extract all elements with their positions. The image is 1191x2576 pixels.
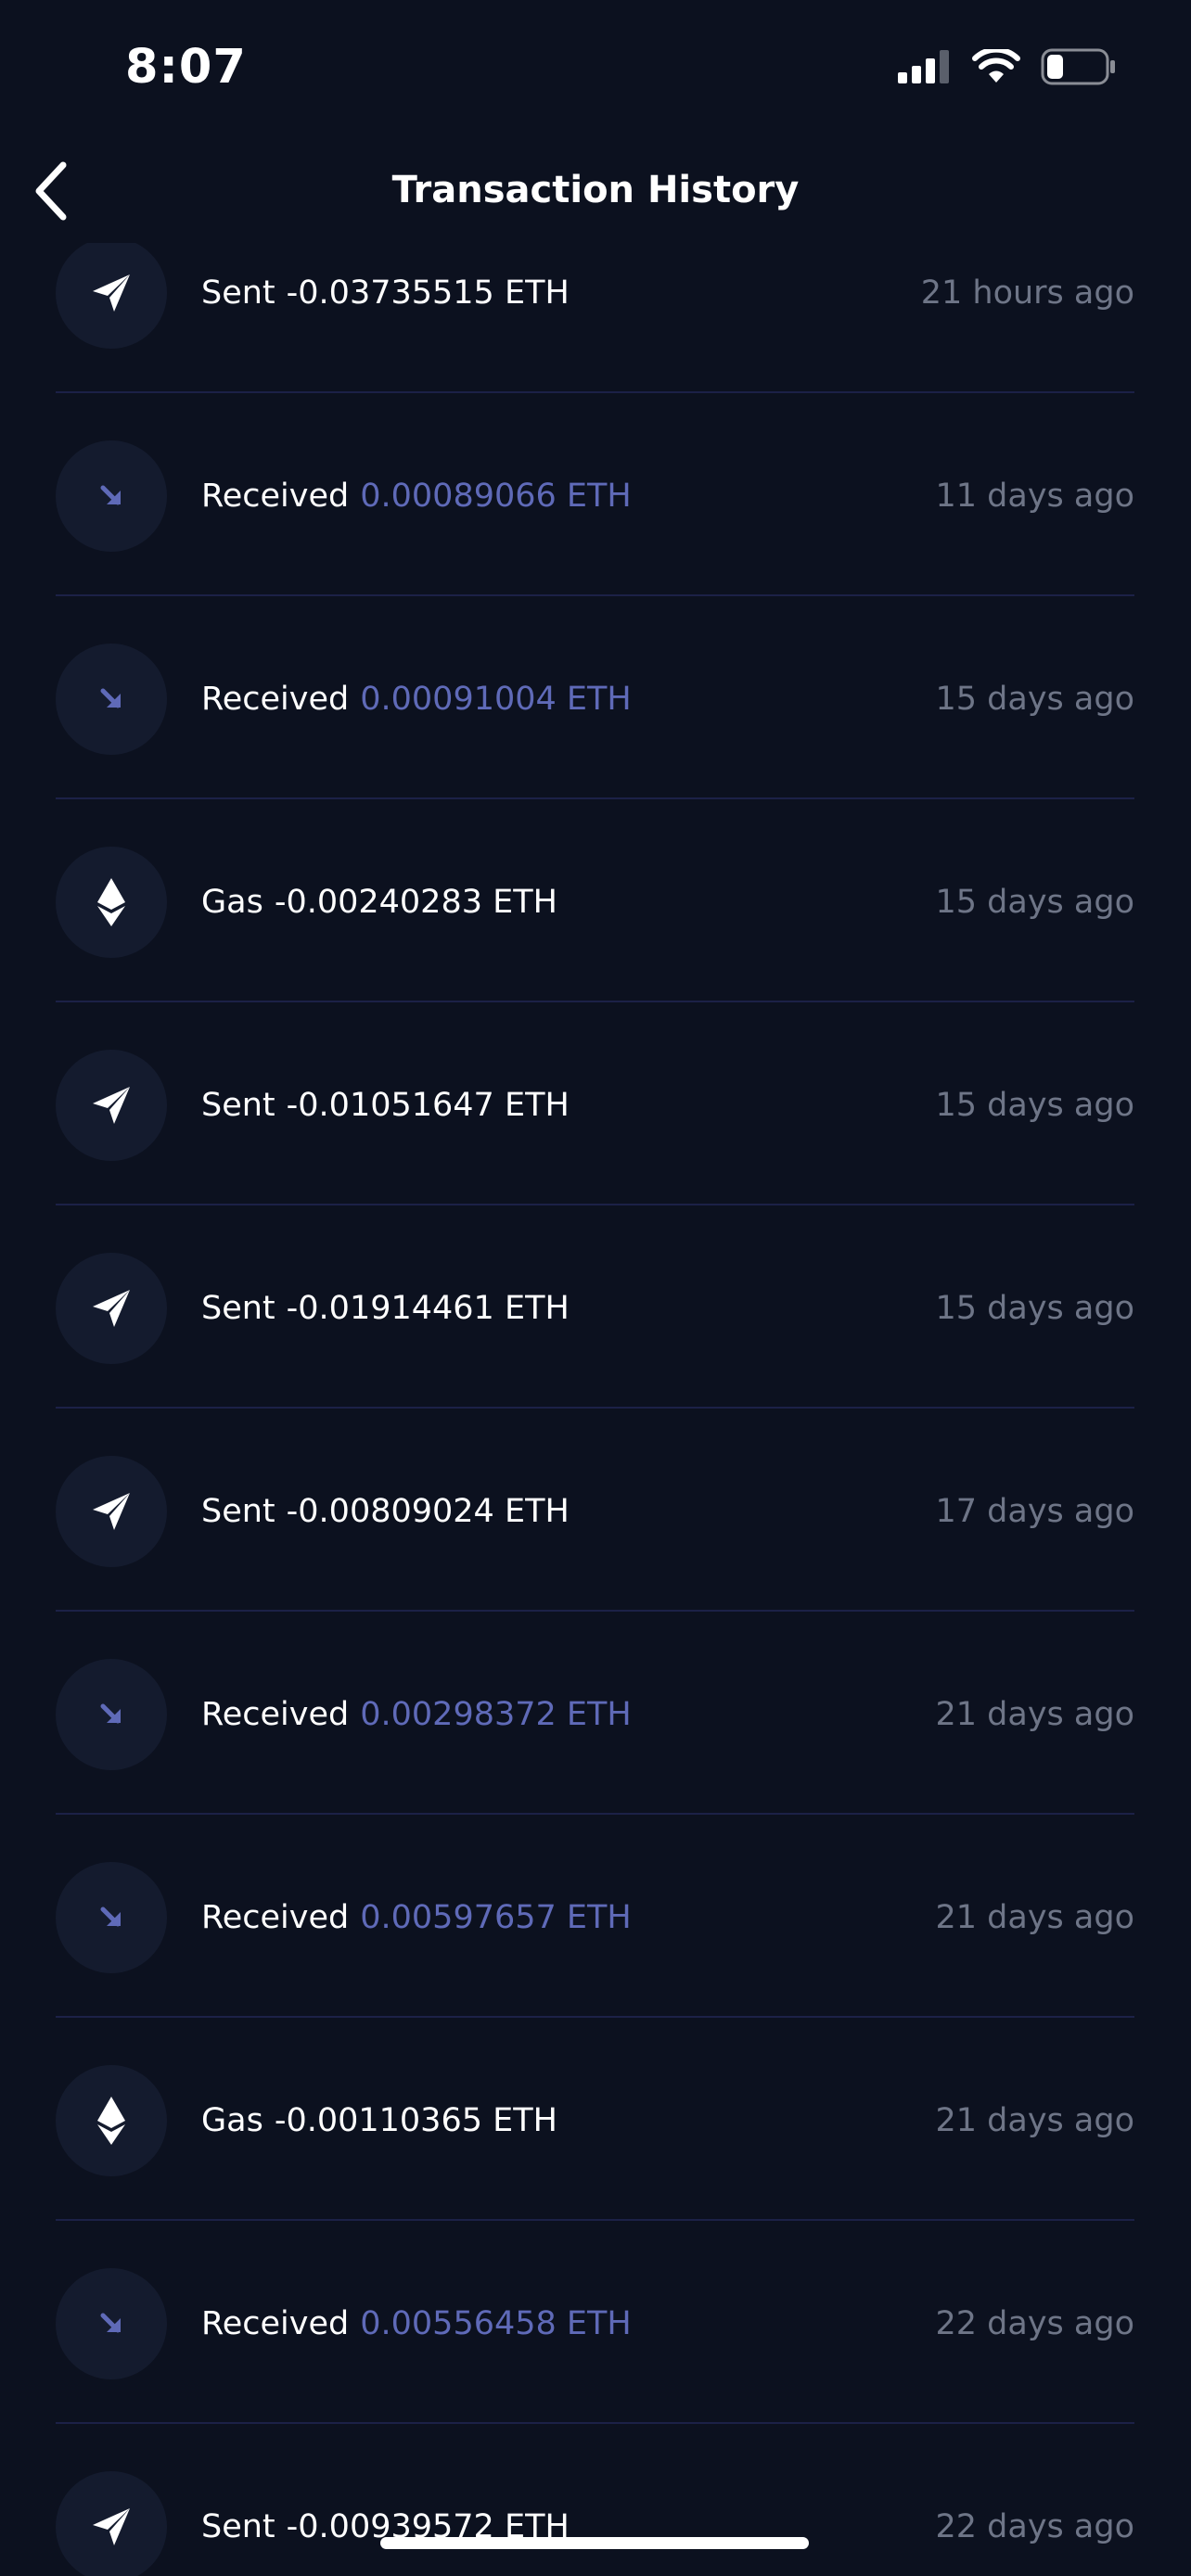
cellular-signal-icon — [898, 50, 952, 87]
transaction-type: Sent — [201, 2508, 275, 2545]
transaction-amount: 0.00298372 ETH — [360, 1696, 632, 1733]
transaction-row[interactable]: Gas -0.00240283 ETH 15 days ago — [56, 800, 1134, 1002]
transaction-icon-circle — [56, 1050, 167, 1161]
transaction-row[interactable]: Received 0.00597657 ETH 21 days ago — [56, 1816, 1134, 2018]
send-icon — [89, 2505, 134, 2549]
transaction-row[interactable]: Received 0.00556458 ETH 22 days ago — [56, 2222, 1134, 2424]
battery-icon — [1041, 48, 1117, 89]
transaction-icon-circle — [56, 1659, 167, 1770]
transaction-icon-circle — [56, 440, 167, 552]
transaction-type: Sent — [201, 1493, 275, 1530]
transaction-row[interactable]: Received 0.00298372 ETH 21 days ago — [56, 1613, 1134, 1815]
transaction-type: Received — [201, 2305, 350, 2342]
transaction-row[interactable]: Sent -0.03735515 ETH 21 hours ago — [56, 243, 1134, 393]
transaction-summary: Received 0.00089066 ETH — [201, 468, 632, 524]
transaction-summary: Received 0.00597657 ETH — [201, 1890, 632, 1945]
transaction-icon-circle — [56, 1862, 167, 1973]
transaction-icon-circle — [56, 644, 167, 755]
transaction-list[interactable]: Sent -0.03735515 ETH 21 hours ago Received 0… — [0, 243, 1191, 2576]
nav-header: Transaction History — [0, 139, 1191, 243]
transaction-summary: Sent -0.01051647 ETH — [201, 1078, 570, 1133]
transaction-type: Sent — [201, 1290, 275, 1327]
receive-arrow-icon — [97, 2310, 125, 2338]
transaction-icon-circle — [56, 243, 167, 349]
send-icon — [89, 1286, 134, 1331]
transaction-type: Received — [201, 478, 350, 515]
transaction-time: 17 days ago — [935, 1493, 1134, 1530]
status-icons — [898, 46, 1117, 89]
transaction-amount: -0.01051647 ETH — [286, 1087, 570, 1124]
send-icon — [89, 1083, 134, 1128]
status-bar: 8:07 — [0, 0, 1191, 139]
transaction-summary: Gas -0.00240283 ETH — [201, 874, 557, 930]
transaction-summary: Received 0.00298372 ETH — [201, 1687, 632, 1742]
transaction-amount: -0.03735515 ETH — [286, 274, 570, 312]
transaction-amount: -0.00809024 ETH — [286, 1493, 570, 1530]
receive-arrow-icon — [97, 482, 125, 510]
transaction-type: Gas — [201, 884, 263, 921]
transaction-icon-circle — [56, 1253, 167, 1364]
send-icon — [89, 1489, 134, 1534]
transaction-summary: Gas -0.00110365 ETH — [201, 2093, 557, 2149]
transaction-amount: 0.00091004 ETH — [360, 681, 632, 718]
transaction-icon-circle — [56, 2268, 167, 2379]
ethereum-icon — [96, 877, 127, 927]
transaction-type: Sent — [201, 274, 275, 312]
transaction-amount: -0.00240283 ETH — [274, 884, 557, 921]
transaction-time: 22 days ago — [935, 2305, 1134, 2342]
transaction-row[interactable]: Received 0.00091004 ETH 15 days ago — [56, 597, 1134, 799]
transaction-time: 11 days ago — [935, 478, 1134, 515]
transaction-icon-circle — [56, 1456, 167, 1567]
transaction-row[interactable]: Sent -0.01914461 ETH 15 days ago — [56, 1206, 1134, 1409]
transaction-time: 21 hours ago — [920, 274, 1134, 312]
transaction-icon-circle — [56, 847, 167, 958]
transaction-summary: Received 0.00556458 ETH — [201, 2296, 632, 2352]
transaction-summary: Received 0.00091004 ETH — [201, 671, 632, 727]
send-icon — [89, 271, 134, 315]
transaction-amount: 0.00556458 ETH — [360, 2305, 632, 2342]
transaction-row[interactable]: Sent -0.00809024 ETH 17 days ago — [56, 1409, 1134, 1612]
transaction-type: Gas — [201, 2102, 263, 2139]
ethereum-icon — [96, 2096, 127, 2146]
wifi-icon — [972, 46, 1020, 88]
transaction-row[interactable]: Sent -0.01051647 ETH 15 days ago — [56, 1003, 1134, 1205]
transaction-row[interactable]: Received 0.00089066 ETH 11 days ago — [56, 394, 1134, 596]
receive-arrow-icon — [97, 1904, 125, 1932]
transaction-time: 15 days ago — [935, 1290, 1134, 1327]
transaction-row[interactable]: Sent -0.00939572 ETH 22 days ago — [56, 2425, 1134, 2576]
transaction-summary: Sent -0.03735515 ETH — [201, 265, 570, 321]
transaction-time: 15 days ago — [935, 1087, 1134, 1124]
transaction-type: Received — [201, 1696, 350, 1733]
page-title: Transaction History — [391, 169, 800, 211]
transaction-time: 22 days ago — [935, 2508, 1134, 2545]
transaction-amount: -0.01914461 ETH — [286, 1290, 570, 1327]
transaction-time: 21 days ago — [935, 2102, 1134, 2139]
transaction-time: 15 days ago — [935, 681, 1134, 718]
transaction-time: 15 days ago — [935, 884, 1134, 921]
transaction-time: 21 days ago — [935, 1696, 1134, 1733]
transaction-type: Sent — [201, 1087, 275, 1124]
transaction-row[interactable]: Gas -0.00110365 ETH 21 days ago — [56, 2019, 1134, 2221]
transaction-summary: Sent -0.01914461 ETH — [201, 1281, 570, 1336]
transaction-summary: Sent -0.00809024 ETH — [201, 1484, 570, 1539]
receive-arrow-icon — [97, 1701, 125, 1728]
transaction-amount: 0.00597657 ETH — [360, 1899, 632, 1936]
transaction-type: Received — [201, 681, 350, 718]
transaction-time: 21 days ago — [935, 1899, 1134, 1936]
home-indicator — [380, 2537, 809, 2549]
transaction-type: Received — [201, 1899, 350, 1936]
transaction-icon-circle — [56, 2065, 167, 2176]
transaction-amount: -0.00110365 ETH — [274, 2102, 557, 2139]
transaction-amount: 0.00089066 ETH — [360, 478, 632, 515]
transaction-icon-circle — [56, 2471, 167, 2576]
receive-arrow-icon — [97, 685, 125, 713]
status-time: 8:07 — [125, 40, 247, 95]
